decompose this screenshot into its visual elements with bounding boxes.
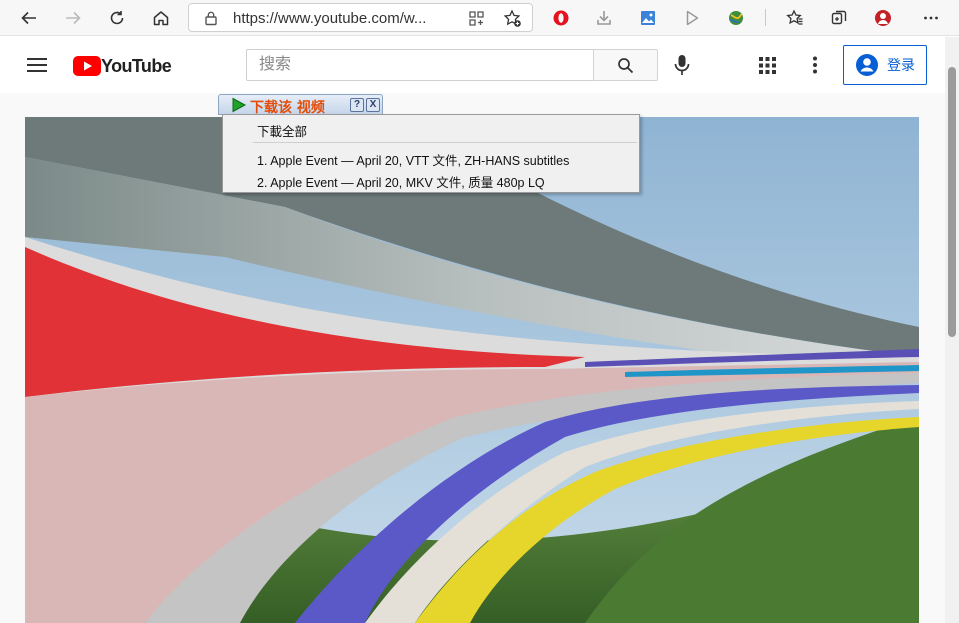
menu-separator — [253, 142, 637, 143]
apps-grid-icon[interactable] — [759, 57, 776, 74]
search-button[interactable] — [593, 49, 658, 81]
download-menu: 下載全部 1. Apple Event — April 20, VTT 文件, … — [222, 114, 640, 193]
forward-icon — [66, 11, 81, 25]
profile-button[interactable] — [869, 4, 897, 32]
reader-mode-icon[interactable] — [468, 10, 485, 27]
more-vertical-icon[interactable] — [812, 56, 818, 74]
page-scrollbar[interactable] — [945, 37, 959, 623]
opera-extension-button[interactable] — [547, 4, 575, 32]
globe-icon — [729, 11, 743, 25]
scrollbar-thumb[interactable] — [948, 67, 956, 337]
download-icon — [597, 11, 611, 25]
signin-button[interactable]: 登录 — [843, 45, 927, 85]
image-icon — [641, 11, 655, 25]
close-button[interactable]: X — [366, 98, 380, 112]
play-arrow-icon — [232, 97, 247, 113]
profile-icon — [875, 10, 891, 26]
favorites-button[interactable] — [781, 4, 809, 32]
search-icon — [618, 57, 634, 73]
download-helper-tab[interactable]: 下载该 视频 ? X — [218, 94, 383, 116]
media-extension-button[interactable] — [678, 4, 706, 32]
download-all-item[interactable]: 下載全部 — [257, 121, 307, 140]
forward-button[interactable] — [59, 4, 87, 32]
address-bar[interactable]: https://www.youtube.com/w... — [188, 3, 533, 32]
downloads-button[interactable] — [590, 4, 618, 32]
back-button[interactable] — [15, 4, 43, 32]
back-icon — [21, 11, 36, 25]
more-horizontal-icon — [924, 16, 938, 20]
youtube-logo-text[interactable]: YouTube — [101, 56, 172, 77]
signin-label: 登录 — [887, 57, 915, 73]
search-box[interactable] — [246, 49, 594, 81]
favorites-icon — [786, 9, 803, 25]
browser-toolbar: https://www.youtube.com/w... — [0, 0, 959, 36]
microphone-icon[interactable] — [674, 54, 690, 76]
settings-more-button[interactable] — [917, 4, 945, 32]
home-button[interactable] — [147, 4, 175, 32]
help-button[interactable]: ? — [350, 98, 364, 112]
lock-icon — [205, 11, 217, 26]
menu-icon[interactable] — [27, 57, 47, 73]
address-url: https://www.youtube.com/w... — [233, 10, 427, 27]
play-icon — [686, 10, 699, 26]
refresh-button[interactable] — [103, 4, 131, 32]
home-icon — [153, 11, 169, 26]
image-extension-button[interactable] — [634, 4, 662, 32]
account-icon — [856, 54, 878, 76]
add-favorite-icon[interactable] — [503, 9, 522, 28]
search-input[interactable] — [247, 50, 593, 80]
collections-icon — [831, 10, 847, 25]
download-item-subtitles[interactable]: 1. Apple Event — April 20, VTT 文件, ZH-HA… — [257, 150, 569, 169]
globe-extension-button[interactable] — [722, 4, 750, 32]
refresh-icon — [110, 11, 124, 25]
youtube-header: YouTube 登录 — [0, 37, 945, 93]
collections-button[interactable] — [825, 4, 853, 32]
opera-icon — [553, 10, 569, 26]
download-item-video[interactable]: 2. Apple Event — April 20, MKV 文件, 质量 48… — [257, 172, 545, 191]
toolbar-divider — [765, 9, 766, 26]
youtube-logo-icon[interactable] — [73, 56, 101, 76]
